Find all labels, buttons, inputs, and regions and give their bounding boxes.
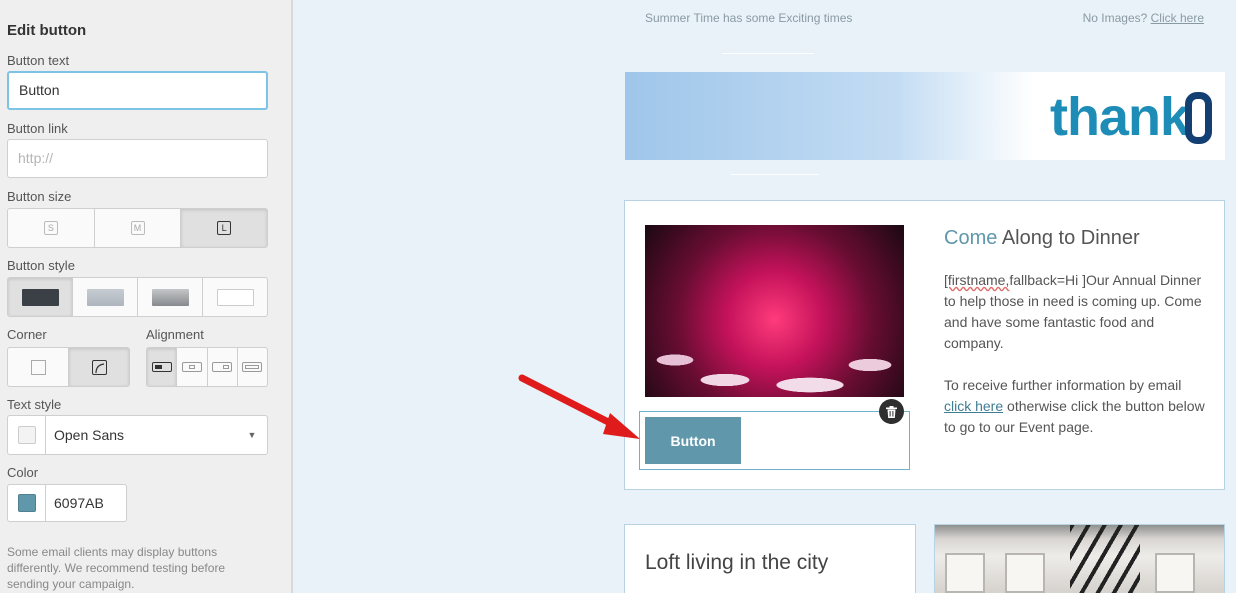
click-here-link[interactable]: click here: [944, 398, 1003, 414]
window: [945, 553, 985, 593]
align-left-option[interactable]: [147, 348, 178, 386]
chevron-down-icon: ▼: [247, 430, 257, 440]
color-hex-value: 6097AB: [54, 495, 104, 511]
style-light-option[interactable]: [73, 278, 138, 316]
panel-title: Edit button: [7, 22, 87, 39]
button-style-selector: [7, 277, 268, 317]
card-title: Come Along to Dinner: [944, 227, 1140, 250]
button-style-label: Button style: [7, 258, 75, 273]
button-size-label: Button size: [7, 189, 72, 204]
email-cta-button[interactable]: Button: [645, 417, 741, 464]
trash-icon: [886, 405, 897, 418]
loft-title: Loft living in the city: [645, 551, 829, 574]
card-paragraph: To receive further information by email …: [944, 375, 1209, 438]
size-large-option[interactable]: L: [181, 209, 267, 247]
button-text-input[interactable]: Button: [7, 71, 268, 110]
square-corner-icon: [30, 359, 46, 375]
dinner-table-image[interactable]: [645, 225, 904, 397]
style-dark-swatch: [21, 288, 59, 306]
style-gradient-swatch: [151, 288, 189, 306]
staircase: [1070, 525, 1140, 593]
thankq-logo: thank: [1049, 87, 1190, 147]
button-link-input[interactable]: http://: [7, 139, 268, 178]
align-center-icon: [181, 362, 202, 372]
text-style-value: Open Sans: [54, 427, 125, 443]
button-link-label: Button link: [7, 121, 68, 136]
size-medium-option[interactable]: M: [95, 209, 182, 247]
style-gradient-option[interactable]: [138, 278, 203, 316]
corner-rounded-option[interactable]: [69, 348, 129, 386]
header-banner[interactable]: thank: [625, 72, 1225, 160]
card-title-rest: Along to Dinner: [997, 227, 1140, 249]
size-l-icon: L: [217, 221, 232, 235]
loft-interior-image[interactable]: [934, 524, 1225, 593]
checkbox-icon: [17, 426, 36, 444]
rounded-corner-icon: [91, 359, 107, 375]
color-swatch-button[interactable]: [8, 485, 46, 521]
align-full-option[interactable]: [238, 348, 267, 386]
no-images-text: No Images?: [1082, 11, 1148, 25]
align-right-option[interactable]: [208, 348, 238, 386]
alignment-label: Alignment: [146, 327, 204, 342]
divider: [731, 174, 819, 175]
divider: [722, 53, 814, 54]
style-dark-option[interactable]: [8, 278, 73, 316]
window: [1155, 553, 1195, 593]
red-arrow-annotation: [518, 374, 640, 439]
color-swatch-icon: [17, 494, 36, 512]
no-images-notice: No Images? Click here: [1083, 11, 1204, 25]
corner-selector: [7, 347, 130, 387]
align-center-option[interactable]: [177, 348, 208, 386]
style-outline-swatch: [216, 288, 254, 306]
corner-label: Corner: [7, 327, 47, 342]
align-right-icon: [212, 362, 233, 372]
color-label: Color: [7, 465, 39, 480]
size-small-option[interactable]: S: [8, 209, 95, 247]
merge-tag: [firstname,: [944, 272, 1010, 288]
card-body: [firstname,fallback=Hi ]Our Annual Dinne…: [944, 270, 1209, 438]
text-style-label: Text style: [7, 397, 62, 412]
style-outline-option[interactable]: [203, 278, 267, 316]
text-style-select[interactable]: Open Sans ▼: [7, 415, 268, 455]
size-s-icon: S: [43, 221, 58, 235]
size-m-icon: M: [130, 221, 145, 235]
button-text-label: Button text: [7, 53, 70, 68]
button-size-selector: S M L: [7, 208, 268, 248]
color-input[interactable]: 6097AB: [7, 484, 127, 522]
button-rendering-note: Some email clients may display buttons d…: [7, 545, 226, 591]
card-paragraph-text: To receive further information by email: [944, 377, 1182, 393]
logo-q-mark-icon: [1185, 92, 1212, 144]
card-paragraph: [firstname,fallback=Hi ]Our Annual Dinne…: [944, 270, 1209, 354]
align-full-icon: [242, 362, 263, 372]
card-title-accent: Come: [944, 227, 998, 249]
edit-button-panel: Edit button Button text Button Button li…: [0, 0, 293, 593]
alignment-selector: [146, 347, 268, 387]
text-style-checkbox[interactable]: [8, 416, 46, 454]
corner-square-option[interactable]: [8, 348, 69, 386]
window: [1005, 553, 1045, 593]
style-light-swatch: [86, 288, 124, 306]
align-left-icon: [151, 362, 172, 372]
delete-button[interactable]: [879, 399, 904, 424]
preheader-text: Summer Time has some Exciting times: [645, 11, 853, 25]
no-images-link[interactable]: Click here: [1151, 11, 1204, 25]
